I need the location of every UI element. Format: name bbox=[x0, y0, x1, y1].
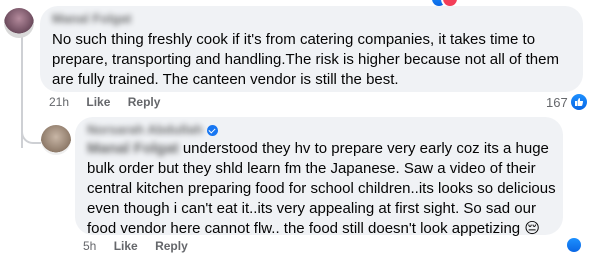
thread-connector bbox=[21, 120, 41, 144]
reply-text: Manal Folgat understood they hv to prepa… bbox=[87, 139, 557, 239]
reaction-summary[interactable]: 167 bbox=[546, 94, 587, 110]
reply-bubble: Norsarah Abdullah Manal Folgat understoo… bbox=[75, 117, 563, 237]
comment-author[interactable]: Manal Folgat bbox=[52, 11, 131, 26]
like-icon bbox=[570, 94, 587, 110]
comment-text: No such thing freshly cook if it's from … bbox=[52, 31, 559, 88]
like-button[interactable]: Like bbox=[86, 95, 110, 109]
avatar[interactable] bbox=[4, 8, 34, 38]
mention-link[interactable]: Manal Folgat bbox=[87, 139, 179, 159]
reply-author[interactable]: Norsarah Abdullah bbox=[87, 122, 218, 137]
reply-reply-button[interactable]: Reply bbox=[155, 239, 188, 253]
comment-bubble: Manal Folgat No such thing freshly cook … bbox=[40, 6, 583, 92]
verified-badge-icon bbox=[206, 125, 218, 137]
reply-actions: 5h Like Reply bbox=[83, 239, 202, 253]
pensive-emoji-icon: 😔 bbox=[524, 220, 540, 237]
reply-button[interactable]: Reply bbox=[128, 95, 161, 109]
avatar[interactable] bbox=[41, 125, 71, 155]
reply-like-button[interactable]: Like bbox=[114, 239, 138, 253]
comment-timestamp[interactable]: 21h bbox=[49, 95, 69, 109]
comment-actions: 21h Like Reply bbox=[49, 95, 174, 109]
reply-timestamp[interactable]: 5h bbox=[83, 239, 96, 253]
reply-reaction-icon bbox=[567, 238, 581, 257]
reaction-count: 167 bbox=[546, 94, 568, 110]
